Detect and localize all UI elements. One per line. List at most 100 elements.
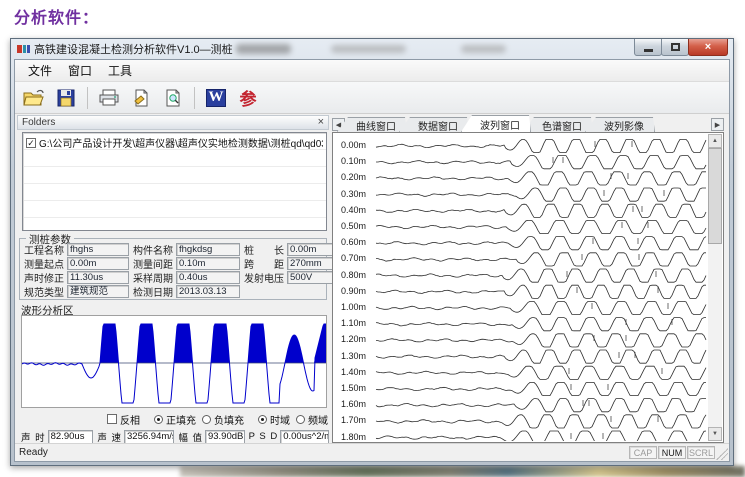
status-text: Ready xyxy=(19,447,48,458)
menu-file[interactable]: 文件 xyxy=(21,60,59,81)
field-label: 工程名称 xyxy=(24,242,64,257)
tab-scroll-right-icon[interactable]: ▶ xyxy=(711,118,724,131)
window-title: 高铁建设混凝土检测分析软件V1.0—测桩 xyxy=(34,41,233,57)
parameters-icon: 参 xyxy=(240,85,257,110)
menubar: 文件 窗口 工具 xyxy=(15,60,729,82)
word-export-button[interactable]: W xyxy=(203,85,229,111)
spec-type-select[interactable]: 建筑规范 xyxy=(67,285,129,298)
scroll-up-icon[interactable]: ▲ xyxy=(708,134,722,148)
maximize-button[interactable] xyxy=(661,39,689,56)
depth-label: 0.00m xyxy=(341,140,375,150)
close-button[interactable]: × xyxy=(688,39,728,56)
window-controls: × xyxy=(635,39,728,56)
scroll-indicator: SCRL xyxy=(687,446,715,459)
toolbar-separator xyxy=(87,87,88,109)
word-icon: W xyxy=(206,89,226,107)
content-area: Folders × ✓ G:\公司产品设计开发\超声仪器\超声仪实地检测数据\测… xyxy=(15,115,729,443)
client-area: 文件 窗口 工具 xyxy=(14,59,730,462)
save-icon xyxy=(57,89,75,107)
depth-label: 1.20m xyxy=(341,334,375,344)
radio-on-icon xyxy=(154,415,163,424)
wave-train-panel[interactable]: 0.00m0.10m0.20m0.30m0.40m0.50m0.60m0.70m… xyxy=(332,132,724,443)
measure-spacing-field[interactable]: 0.10m xyxy=(176,257,240,270)
component-name-field[interactable]: fhgkdsg xyxy=(176,243,240,256)
tab-wavetrain-image[interactable]: 波列影像 xyxy=(585,117,655,132)
params-column-2: 构件名称fhgkdsg 测量间距0.10m 采样周期0.40us 检测日期201… xyxy=(133,243,240,297)
amplitude-field[interactable]: 93.90dB xyxy=(205,430,245,444)
depth-label: 1.50m xyxy=(341,383,375,393)
freq-domain-radio[interactable]: 频域 xyxy=(296,412,328,427)
measure-start-field[interactable]: 0.00m xyxy=(67,257,129,270)
menu-window[interactable]: 窗口 xyxy=(61,60,99,81)
fill-negative-radio[interactable]: 负填充 xyxy=(202,412,244,427)
sound-speed-label: 声 速 xyxy=(97,430,122,444)
desktop-background xyxy=(180,466,745,477)
redacted-blob xyxy=(331,45,406,53)
tab-wavetrain-window[interactable]: 波列窗口 xyxy=(461,115,531,132)
tab-spectrum-window[interactable]: 色谱窗口 xyxy=(523,117,593,132)
field-label: 发射电压 xyxy=(244,270,284,285)
vertical-scrollbar[interactable]: ▲ ▼ xyxy=(708,134,722,441)
tab-strip: ◀ 曲线窗口 数据窗口 波列窗口 色谱窗口 波列影像 ▶ xyxy=(332,115,724,132)
depth-label: 0.60m xyxy=(341,237,375,247)
titlebar[interactable]: 高铁建设混凝土检测分析软件V1.0—测桩 × xyxy=(11,39,733,59)
depth-label: 0.10m xyxy=(341,156,375,166)
sound-time-correction-field[interactable]: 11.30us xyxy=(67,271,129,284)
tab-curve-window[interactable]: 曲线窗口 xyxy=(337,117,407,132)
sample-period-field[interactable]: 0.40us xyxy=(176,271,240,284)
radio-off-icon xyxy=(202,415,211,424)
time-domain-radio[interactable]: 时域 xyxy=(258,412,290,427)
waveform-analysis-chart[interactable] xyxy=(21,315,327,408)
psd-field[interactable]: 0.00us^2/m xyxy=(280,430,329,444)
field-label: 构件名称 xyxy=(133,242,173,257)
tab-data-window[interactable]: 数据窗口 xyxy=(399,117,469,132)
invert-checkbox[interactable]: 反相 xyxy=(107,412,140,427)
checkbox-checked-icon[interactable]: ✓ xyxy=(26,138,36,148)
resize-grip[interactable] xyxy=(716,448,728,460)
keyboard-indicators: CAP NUM SCRL xyxy=(629,446,715,459)
page-heading: 分析软件： xyxy=(14,4,99,28)
folders-panel-header: Folders × xyxy=(17,115,329,130)
statusbar: Ready CAP NUM SCRL xyxy=(15,443,729,461)
measurement-values-row: 声 时 82.90us 声 速 3256.94m/s 幅 值 93.90dB P… xyxy=(19,429,329,444)
app-window: 高铁建设混凝土检测分析软件V1.0—测桩 × 文件 窗口 工具 xyxy=(10,38,734,466)
left-panel: Folders × ✓ G:\公司产品设计开发\超声仪器\超声仪实地检测数据\测… xyxy=(17,115,329,443)
sound-speed-field[interactable]: 3256.94m/s xyxy=(124,430,174,444)
save-button[interactable] xyxy=(53,85,79,111)
field-label: 测量间距 xyxy=(133,256,173,271)
checkbox-icon xyxy=(107,414,117,424)
scroll-down-icon[interactable]: ▼ xyxy=(708,427,722,441)
depth-label: 1.00m xyxy=(341,302,375,312)
redacted-blob xyxy=(461,45,506,53)
waveform-options-row: 反相 正填充 负填充 时域 频域 xyxy=(19,412,329,426)
field-label: 跨 距 xyxy=(244,256,284,271)
fill-positive-radio[interactable]: 正填充 xyxy=(154,412,196,427)
params-column-1: 工程名称fhghs 测量起点0.00m 声时修正11.30us 规范类型建筑规范 xyxy=(24,243,129,297)
sound-time-label: 声 时 xyxy=(21,430,46,444)
depth-label: 0.20m xyxy=(341,172,375,182)
sound-time-field[interactable]: 82.90us xyxy=(48,430,94,444)
project-name-field[interactable]: fhghs xyxy=(67,243,129,256)
close-icon: × xyxy=(705,41,711,53)
right-panel: ◀ 曲线窗口 数据窗口 波列窗口 色谱窗口 波列影像 ▶ 0.00m 0.10m 0… xyxy=(332,115,724,443)
page-magnifier-icon xyxy=(164,89,182,107)
print-preview-button[interactable] xyxy=(160,85,186,111)
print-setup-button[interactable] xyxy=(128,85,154,111)
depth-label: 1.70m xyxy=(341,415,375,425)
print-button[interactable] xyxy=(96,85,122,111)
folders-list[interactable]: ✓ G:\公司产品设计开发\超声仪器\超声仪实地检测数据\测桩qd\qd03\q… xyxy=(22,132,327,231)
menu-tools[interactable]: 工具 xyxy=(101,60,139,81)
folder-path: G:\公司产品设计开发\超声仪器\超声仪实地检测数据\测桩qd\qd03\qd0… xyxy=(39,135,323,150)
depth-label: 0.80m xyxy=(341,270,375,280)
parameters-button[interactable]: 参 xyxy=(235,85,261,111)
folders-title: Folders xyxy=(22,117,55,128)
field-label: 采样周期 xyxy=(133,270,173,285)
minimize-button[interactable] xyxy=(634,39,662,56)
psd-label: P S D xyxy=(249,431,279,442)
depth-label: 1.60m xyxy=(341,399,375,409)
folder-item[interactable]: ✓ G:\公司产品设计开发\超声仪器\超声仪实地检测数据\测桩qd\qd03\q… xyxy=(23,133,326,150)
open-button[interactable] xyxy=(21,85,47,111)
folders-close-icon[interactable]: × xyxy=(318,118,324,127)
scrollbar-thumb[interactable] xyxy=(708,148,722,244)
test-date-field[interactable]: 2013.03.13 xyxy=(176,285,240,298)
